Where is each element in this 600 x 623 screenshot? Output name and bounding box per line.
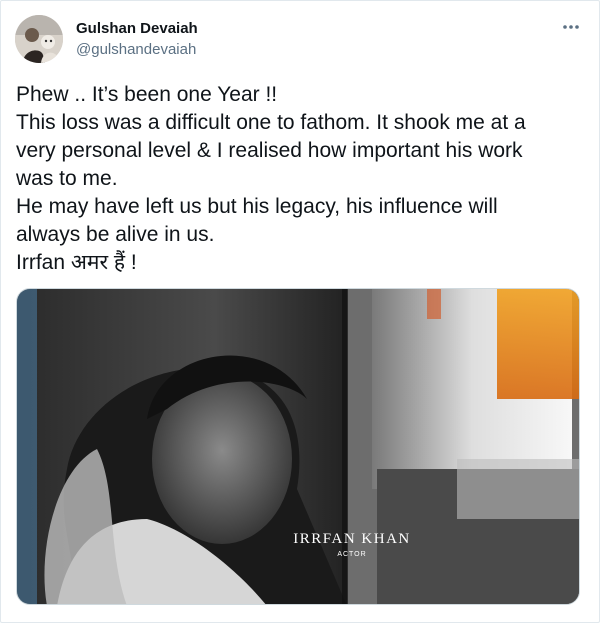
more-options-button[interactable] (557, 13, 585, 41)
tweet-line: He may have left us but his legacy, his … (16, 195, 498, 218)
caption-role: ACTOR (337, 551, 367, 558)
tweet-line: Phew .. It’s been one Year !! (16, 83, 278, 106)
tweet-text: Phew .. It’s been one Year !! This loss … (16, 81, 591, 277)
tweet-media-image[interactable]: IRRFAN KHAN ACTOR (16, 288, 580, 605)
caption-name: IRRFAN KHAN (293, 531, 411, 547)
tweet-line: Irrfan अमर हैं ! (16, 251, 137, 274)
avatar[interactable] (15, 15, 63, 63)
tweet-line: very personal level & I realised how imp… (16, 139, 523, 162)
author-display-name[interactable]: Gulshan Devaiah (76, 20, 198, 37)
tweet-card: Gulshan Devaiah @gulshandevaiah Phew .. … (0, 0, 600, 623)
tweet-line: This loss was a difficult one to fathom.… (16, 111, 526, 134)
more-horizontal-icon (563, 25, 579, 29)
media-caption: IRRFAN KHAN ACTOR (287, 531, 417, 558)
tweet-line: always be alive in us. (16, 223, 215, 246)
author-handle[interactable]: @gulshandevaiah (76, 41, 196, 58)
tweet-line: was to me. (16, 167, 118, 190)
profile-photo (15, 15, 63, 63)
